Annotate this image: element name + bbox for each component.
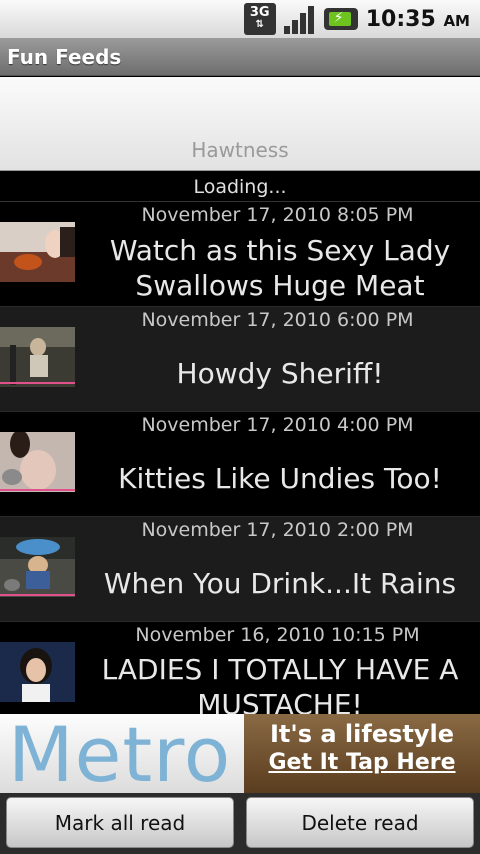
feed-item[interactable]: November 17, 2010 4:00 PM Kitties Like U… (0, 412, 480, 517)
network-type: 3G (249, 5, 270, 20)
feed-item[interactable]: November 17, 2010 2:00 PM When You Drink… (0, 517, 480, 622)
ad-banner[interactable]: Metro It's a lifestyle Get It Tap Here (0, 714, 480, 793)
feed-item-title: Watch as this Sexy Lady Swallows Huge Me… (109, 234, 451, 302)
network-3g-icon: 3G ⇅ (243, 3, 276, 35)
feed-item-title: LADIES I TOTALLY HAVE A MUSTACHE! (101, 653, 459, 714)
feed-thumbnail (0, 537, 75, 597)
ad-tagline: It's a lifestyle (269, 720, 455, 748)
ad-panel[interactable]: It's a lifestyle Get It Tap Here (244, 714, 480, 793)
app-title-bar: Fun Feeds (0, 38, 480, 76)
signal-strength-icon (283, 4, 316, 34)
feed-item-date: November 17, 2010 4:00 PM (141, 414, 414, 436)
battery-charging-icon: ⚡ (323, 8, 358, 30)
feed-thumbnail (0, 432, 75, 492)
feed-item-title: Kitties Like Undies Too! (118, 461, 442, 495)
delete-read-button[interactable]: Delete read (246, 797, 474, 848)
ad-brand-logo: Metro (8, 714, 232, 793)
loading-indicator: Loading... (0, 172, 480, 202)
feed-item[interactable]: November 16, 2010 10:15 PM LADIES I TOTA… (0, 622, 480, 714)
feed-item-date: November 17, 2010 6:00 PM (141, 309, 414, 331)
ad-cta-link[interactable]: Get It Tap Here (268, 750, 455, 775)
app-title: Fun Feeds (7, 45, 122, 69)
clock: 10:35 AM (366, 7, 470, 32)
clock-time: 10:35 (365, 6, 436, 32)
mark-all-read-button[interactable]: Mark all read (6, 797, 234, 848)
bottom-action-bar: Mark all read Delete read (0, 793, 480, 854)
feed-item[interactable]: November 17, 2010 6:00 PM Howdy Sheriff! (0, 307, 480, 412)
feed-thumbnail (0, 222, 75, 282)
feed-item-title: Howdy Sheriff! (176, 356, 384, 390)
feed-item-date: November 17, 2010 8:05 PM (141, 204, 414, 226)
feed-item[interactable]: November 17, 2010 8:05 PM Watch as this … (0, 202, 480, 307)
feed-item-date: November 17, 2010 2:00 PM (141, 519, 414, 541)
feed-list[interactable]: November 17, 2010 8:05 PM Watch as this … (0, 202, 480, 714)
status-bar: 3G ⇅ ⚡ 10:35 AM (0, 0, 480, 38)
feed-thumbnail (0, 327, 75, 387)
clock-ampm: AM (443, 11, 470, 30)
feed-item-title: When You Drink...It Rains (103, 566, 457, 600)
category-tab-label: Hawtness (191, 138, 289, 162)
feed-item-date: November 16, 2010 10:15 PM (135, 624, 420, 646)
category-tab[interactable]: Hawtness (0, 77, 480, 171)
feed-thumbnail (0, 642, 75, 702)
